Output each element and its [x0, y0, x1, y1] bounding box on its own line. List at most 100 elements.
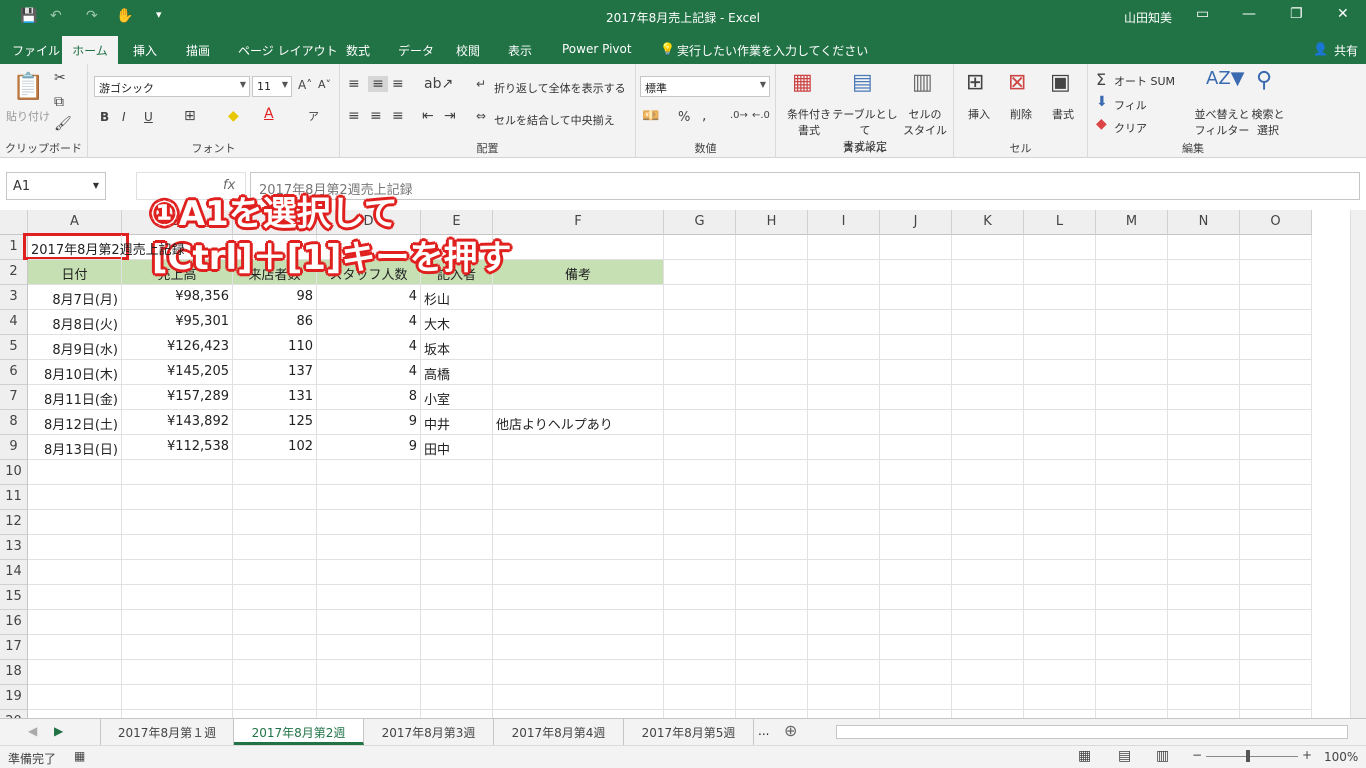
cell-m11[interactable]	[1096, 485, 1168, 510]
cell-m16[interactable]	[1096, 610, 1168, 635]
cell-a11[interactable]	[28, 485, 122, 510]
tab-file[interactable]: ファイル	[12, 42, 60, 59]
cell-j3[interactable]	[880, 285, 952, 310]
cell-o17[interactable]	[1240, 635, 1312, 660]
cell-l1[interactable]	[1024, 235, 1096, 260]
cell-c6[interactable]: 137	[233, 360, 317, 385]
currency-icon[interactable]: 💴	[642, 108, 659, 124]
cell-c3[interactable]: 98	[233, 285, 317, 310]
column-header-k[interactable]: K	[952, 210, 1024, 235]
cell-e16[interactable]	[421, 610, 493, 635]
tab-data[interactable]: データ	[398, 42, 434, 59]
cell-f14[interactable]	[493, 560, 664, 585]
bold-button[interactable]: B	[100, 110, 109, 124]
cell-k4[interactable]	[952, 310, 1024, 335]
cell-g16[interactable]	[664, 610, 736, 635]
merge-icon[interactable]: ⇔	[476, 109, 486, 123]
row-header-17[interactable]: 17	[0, 635, 28, 660]
cell-a4[interactable]: 8月8日(火)	[28, 310, 122, 335]
cell-d3[interactable]: 4	[317, 285, 421, 310]
cell-g14[interactable]	[664, 560, 736, 585]
cell-m13[interactable]	[1096, 535, 1168, 560]
copy-icon[interactable]: ⧉	[54, 94, 64, 110]
format-cells-icon[interactable]: ▣	[1050, 70, 1071, 95]
cell-h18[interactable]	[736, 660, 808, 685]
cell-i4[interactable]	[808, 310, 880, 335]
cell-o10[interactable]	[1240, 460, 1312, 485]
share-button[interactable]: 共有	[1334, 42, 1358, 59]
cell-e13[interactable]	[421, 535, 493, 560]
cell-c14[interactable]	[233, 560, 317, 585]
cell-a2[interactable]: 日付	[28, 260, 122, 285]
cell-k1[interactable]	[952, 235, 1024, 260]
cell-o14[interactable]	[1240, 560, 1312, 585]
prev-sheet-icon[interactable]: ◀	[28, 724, 37, 738]
cell-a7[interactable]: 8月11日(金)	[28, 385, 122, 410]
cell-b3[interactable]: ¥98,356	[122, 285, 233, 310]
cell-g19[interactable]	[664, 685, 736, 710]
wrap-text-button[interactable]: 折り返して全体を表示する	[494, 80, 626, 96]
cell-g11[interactable]	[664, 485, 736, 510]
cell-o8[interactable]	[1240, 410, 1312, 435]
column-header-a[interactable]: A	[28, 210, 122, 235]
cell-k2[interactable]	[952, 260, 1024, 285]
page-break-view-icon[interactable]: ▥	[1156, 748, 1169, 764]
cell-f13[interactable]	[493, 535, 664, 560]
cell-styles-button[interactable]: セルの スタイル	[900, 106, 950, 138]
cell-e18[interactable]	[421, 660, 493, 685]
underline-button[interactable]: U	[144, 110, 153, 124]
tab-page-layout[interactable]: ページ レイアウト	[238, 42, 338, 59]
cell-o1[interactable]	[1240, 235, 1312, 260]
cell-h13[interactable]	[736, 535, 808, 560]
cell-e10[interactable]	[421, 460, 493, 485]
find-select-icon[interactable]: ⚲	[1256, 68, 1272, 93]
cell-f17[interactable]	[493, 635, 664, 660]
cell-i8[interactable]	[808, 410, 880, 435]
cell-d4[interactable]: 4	[317, 310, 421, 335]
conditional-format-button[interactable]: 条件付き 書式	[782, 106, 836, 138]
tab-view[interactable]: 表示	[508, 42, 532, 59]
cell-c12[interactable]	[233, 510, 317, 535]
cell-o12[interactable]	[1240, 510, 1312, 535]
cell-a1[interactable]: 2017年8月第2週売上記録	[28, 235, 185, 260]
cell-b11[interactable]	[122, 485, 233, 510]
cell-g9[interactable]	[664, 435, 736, 460]
cell-a13[interactable]	[28, 535, 122, 560]
cell-b13[interactable]	[122, 535, 233, 560]
cell-k15[interactable]	[952, 585, 1024, 610]
format-painter-icon[interactable]: 🖌	[54, 116, 72, 132]
cell-j10[interactable]	[880, 460, 952, 485]
cell-n3[interactable]	[1168, 285, 1240, 310]
cell-e11[interactable]	[421, 485, 493, 510]
cell-b18[interactable]	[122, 660, 233, 685]
cell-n2[interactable]	[1168, 260, 1240, 285]
tab-draw[interactable]: 描画	[186, 42, 210, 59]
decrease-decimal-icon[interactable]: ←.0	[752, 110, 770, 121]
cell-i5[interactable]	[808, 335, 880, 360]
cell-l18[interactable]	[1024, 660, 1096, 685]
cell-n13[interactable]	[1168, 535, 1240, 560]
cell-i2[interactable]	[808, 260, 880, 285]
cell-g4[interactable]	[664, 310, 736, 335]
cell-o4[interactable]	[1240, 310, 1312, 335]
cell-o9[interactable]	[1240, 435, 1312, 460]
cell-n19[interactable]	[1168, 685, 1240, 710]
cell-h16[interactable]	[736, 610, 808, 635]
tab-review[interactable]: 校閲	[456, 42, 480, 59]
cell-n5[interactable]	[1168, 335, 1240, 360]
cell-d9[interactable]: 9	[317, 435, 421, 460]
cell-f6[interactable]	[493, 360, 664, 385]
cell-l13[interactable]	[1024, 535, 1096, 560]
cell-n12[interactable]	[1168, 510, 1240, 535]
cell-j11[interactable]	[880, 485, 952, 510]
cell-a19[interactable]	[28, 685, 122, 710]
conditional-format-icon[interactable]: ▦	[792, 70, 813, 95]
row-header-19[interactable]: 19	[0, 685, 28, 710]
cell-m19[interactable]	[1096, 685, 1168, 710]
sheet-tab-week2[interactable]: 2017年8月第2週	[234, 719, 364, 745]
cell-i1[interactable]	[808, 235, 880, 260]
cell-g17[interactable]	[664, 635, 736, 660]
cell-l2[interactable]	[1024, 260, 1096, 285]
cell-l6[interactable]	[1024, 360, 1096, 385]
sort-filter-button[interactable]: 並べ替えと フィルター	[1194, 106, 1250, 138]
